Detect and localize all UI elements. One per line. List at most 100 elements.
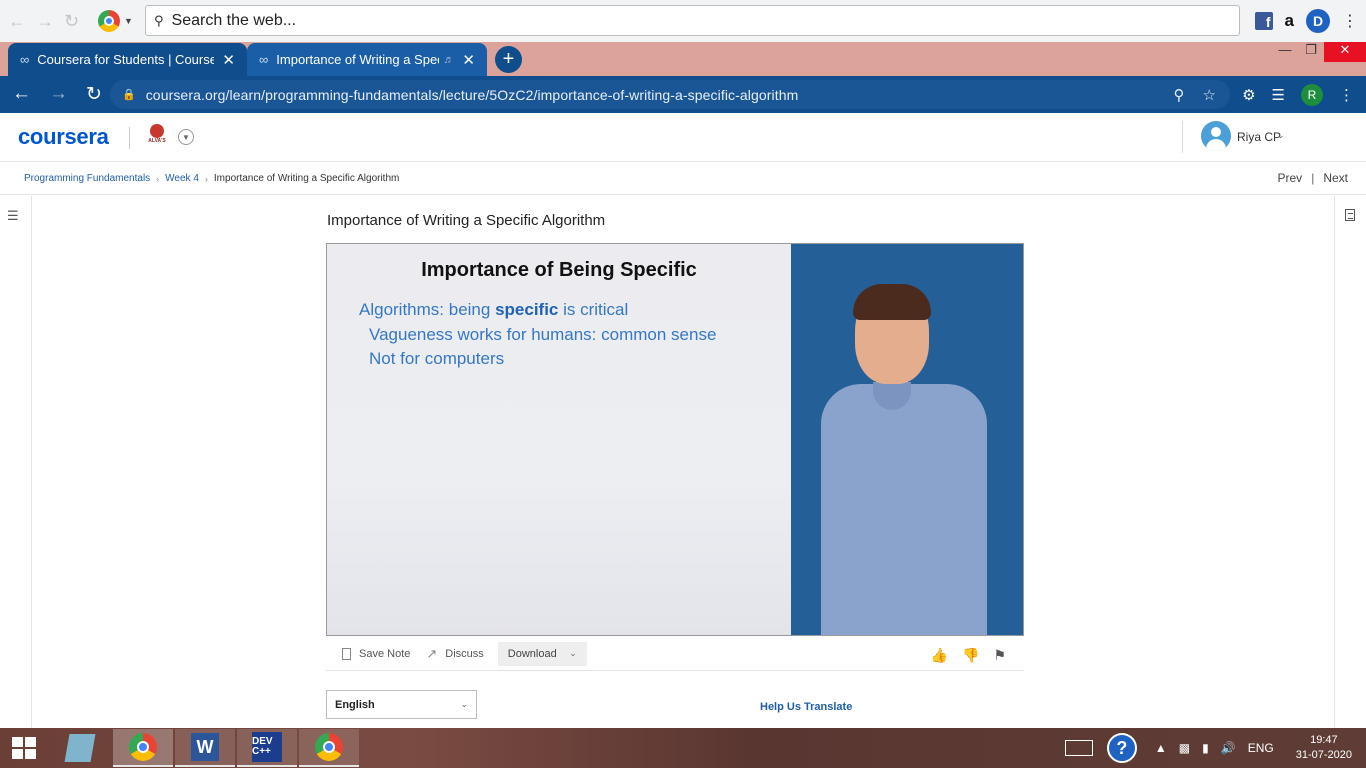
clock-time: 19:47 xyxy=(1310,734,1338,746)
left-rail: ☰ xyxy=(0,196,32,728)
tablet-app-icon xyxy=(64,734,96,762)
address-toolbar: ← → ↻ 🔒 coursera.org/learn/programming-f… xyxy=(0,76,1366,113)
outer-browser-toolbar: ← → ↻ ▼ ⚲ Search the web... f a D ⋮ xyxy=(0,0,1366,42)
help-us-translate-link[interactable]: Help Us Translate xyxy=(760,701,852,713)
discuss-button[interactable]: ↗ Discuss xyxy=(426,646,483,662)
note-icon xyxy=(342,647,351,660)
language-indicator[interactable]: ENG xyxy=(1248,741,1274,755)
close-window-icon[interactable]: ✕ xyxy=(1324,42,1366,62)
extensions-puzzle-icon[interactable]: ⚙ xyxy=(1242,86,1255,104)
web-search-input[interactable]: ⚲ Search the web... xyxy=(145,5,1240,36)
user-avatar[interactable] xyxy=(1201,121,1231,151)
chevron-right-icon: › xyxy=(204,173,208,184)
tab-strip: ∞ Coursera for Students | Coursera ✕ ∞ I… xyxy=(0,42,1366,76)
slide-title: Importance of Being Specific xyxy=(421,259,697,281)
header-divider xyxy=(129,127,130,149)
discuss-label: Discuss xyxy=(445,647,484,660)
lock-icon[interactable]: 🔒 xyxy=(122,88,136,101)
volume-icon[interactable]: 🔊 xyxy=(1221,741,1236,755)
help-question-icon[interactable]: ? xyxy=(1106,733,1137,763)
forward-arrow-icon[interactable]: → xyxy=(49,83,68,106)
battery-icon[interactable]: ▮ xyxy=(1202,741,1209,755)
page-nav: ← → ↻ xyxy=(0,83,110,106)
network-signal-icon[interactable]: ▩ xyxy=(1179,741,1190,755)
thumbs-up-icon[interactable]: 👍 xyxy=(931,647,948,664)
tab-coursera-students[interactable]: ∞ Coursera for Students | Coursera ✕ xyxy=(8,43,247,76)
close-tab-icon[interactable]: ✕ xyxy=(222,51,235,69)
outer-extensions: f a D ⋮ xyxy=(1254,9,1358,33)
back-arrow-icon[interactable]: ← xyxy=(8,11,26,32)
chevron-right-icon: › xyxy=(156,173,160,184)
taskbar-devcpp[interactable]: DEV C++ xyxy=(237,729,297,767)
system-tray: ? ▲ ▩ ▮ 🔊 ENG 19:47 31-07-2020 xyxy=(1064,728,1366,768)
new-tab-button[interactable]: + xyxy=(495,46,522,73)
windows-taskbar: W DEV C++ ? ▲ ▩ ▮ 🔊 ENG 19:47 31-07-2020 xyxy=(0,728,1366,768)
taskbar-app-tablet[interactable] xyxy=(50,729,110,767)
notes-panel-icon[interactable] xyxy=(1345,209,1355,221)
video-player[interactable]: Importance of Being Specific Algorithms:… xyxy=(326,243,1024,636)
outer-nav-group: ← → ↻ xyxy=(0,11,92,32)
bookmark-star-icon[interactable]: ☆ xyxy=(1203,86,1216,104)
download-dropdown[interactable]: Download ⌄ xyxy=(497,641,587,666)
menu-kebab-icon[interactable]: ⋮ xyxy=(1342,11,1358,31)
taskbar-word[interactable]: W xyxy=(175,729,235,767)
thumbs-down-icon[interactable]: 👎 xyxy=(962,647,979,664)
institution-emblem-icon xyxy=(150,124,164,138)
back-arrow-icon[interactable]: ← xyxy=(12,83,31,106)
search-icon: ⚲ xyxy=(154,12,164,28)
zoom-icon[interactable]: ⚲ xyxy=(1174,86,1185,104)
minimize-icon[interactable]: — xyxy=(1272,42,1298,62)
word-icon: W xyxy=(191,733,219,761)
forward-arrow-icon[interactable]: → xyxy=(36,11,54,32)
prev-link[interactable]: Prev xyxy=(1278,171,1303,185)
chevron-down-icon[interactable]: ⌄ xyxy=(1277,130,1285,141)
coursera-logo[interactable]: coursera xyxy=(18,124,109,150)
url-bar[interactable]: 🔒 coursera.org/learn/programming-fundame… xyxy=(110,80,1230,109)
speaker-icon[interactable]: ♬ xyxy=(443,54,454,66)
institution-caption: ALVA'S xyxy=(148,138,166,144)
profile-d-icon[interactable]: D xyxy=(1306,9,1330,33)
chrome-icon xyxy=(129,733,157,761)
amazon-icon[interactable]: a xyxy=(1285,11,1294,31)
flag-icon[interactable]: ⚑ xyxy=(993,647,1006,664)
menu-kebab-icon[interactable]: ⋮ xyxy=(1339,86,1354,104)
url-bar-actions: ⚲ ☆ xyxy=(1174,86,1216,104)
chevron-down-icon[interactable]: ▼ xyxy=(124,16,133,26)
user-name[interactable]: Riya CP xyxy=(1237,130,1281,144)
tab-importance-writing[interactable]: ∞ Importance of Writing a Spec ♬ ✕ xyxy=(247,43,487,76)
taskbar-chrome-s[interactable] xyxy=(299,729,359,767)
breadcrumb-bar: Programming Fundamentals › Week 4 › Impo… xyxy=(0,162,1366,195)
reload-icon[interactable]: ↻ xyxy=(86,83,102,106)
touch-keyboard-icon[interactable] xyxy=(1064,740,1093,756)
presenter-video-feed xyxy=(791,244,1023,635)
windows-start-icon[interactable] xyxy=(12,737,36,759)
breadcrumb-course[interactable]: Programming Fundamentals xyxy=(24,173,150,184)
external-link-icon: ↗ xyxy=(426,645,438,661)
video-toolbar: Save Note ↗ Discuss Download ⌄ 👍 👎 ⚑ xyxy=(326,637,1024,671)
institution-logo[interactable]: ALVA'S xyxy=(146,124,168,150)
clock[interactable]: 19:47 31-07-2020 xyxy=(1296,733,1352,763)
course-outline-icon[interactable]: ☰ xyxy=(7,208,19,224)
transcript-language-select[interactable]: English ⌄ xyxy=(326,690,477,719)
header-divider xyxy=(1182,121,1183,153)
save-note-button[interactable]: Save Note xyxy=(342,647,410,660)
profile-avatar[interactable]: R xyxy=(1301,84,1323,106)
tray-overflow-icon[interactable]: ▲ xyxy=(1155,741,1167,755)
institution-dropdown-icon[interactable]: ▼ xyxy=(178,129,194,145)
prev-next-nav: Prev | Next xyxy=(1278,171,1349,185)
taskbar-chrome-r[interactable] xyxy=(113,729,173,767)
restore-icon[interactable]: ❐ xyxy=(1298,42,1324,62)
facebook-icon[interactable]: f xyxy=(1254,12,1273,30)
feedback-actions: 👍 👎 ⚑ xyxy=(931,647,1006,664)
presenter-figure xyxy=(821,384,987,635)
chrome-logo-icon[interactable] xyxy=(98,10,120,32)
slide-line-2: Vagueness works for humans: common sense xyxy=(369,325,717,344)
language-value: English xyxy=(335,698,375,711)
right-rail xyxy=(1334,196,1366,728)
close-tab-icon[interactable]: ✕ xyxy=(462,51,475,69)
browser-actions: ⚙ ☰ R ⋮ xyxy=(1242,84,1354,106)
next-link[interactable]: Next xyxy=(1323,171,1348,185)
reload-icon[interactable]: ↻ xyxy=(64,11,79,32)
media-queue-icon[interactable]: ☰ xyxy=(1272,86,1285,104)
breadcrumb-week[interactable]: Week 4 xyxy=(165,173,199,184)
